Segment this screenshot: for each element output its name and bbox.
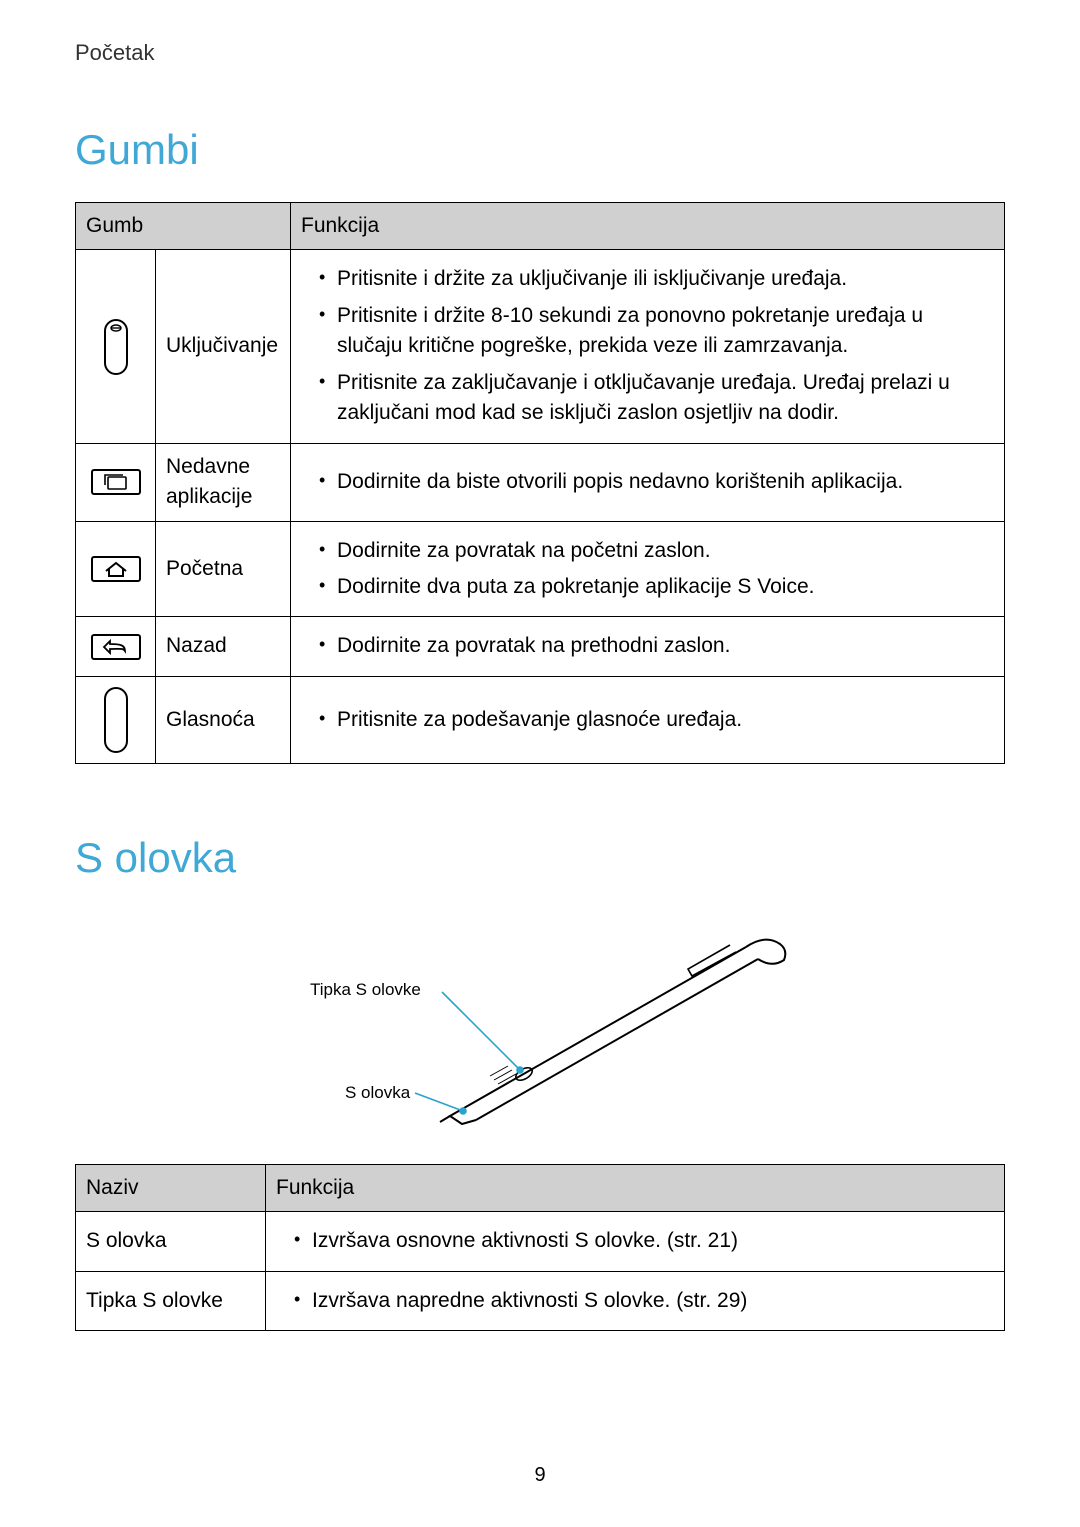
list-item: Pritisnite za zaključavanje i otključava… (319, 368, 994, 429)
row-label: Nazad (156, 617, 291, 676)
page-number: 9 (0, 1464, 1080, 1487)
row-label: Početna (156, 521, 291, 617)
row-label: Uključivanje (156, 250, 291, 443)
th-gumb: Gumb (76, 203, 291, 250)
list-item: Izvršava napredne aktivnosti S olovke. (… (294, 1286, 994, 1316)
list-item: Pritisnite i držite 8-10 sekundi za pono… (319, 301, 994, 362)
heading-gumbi: Gumbi (75, 126, 1005, 174)
table-row: Tipka S olovke Izvršava napredne aktivno… (76, 1271, 1005, 1330)
table-row: S olovka Izvršava osnovne aktivnosti S o… (76, 1212, 1005, 1271)
s-pen-diagram: Tipka S olovke S olovka (190, 910, 890, 1140)
list-item: Dodirnite za povratak na početni zaslon. (319, 536, 994, 566)
icon-cell (76, 250, 156, 443)
row-name: S olovka (76, 1212, 266, 1271)
list-item: Pritisnite za podešavanje glasnoće uređa… (319, 705, 994, 735)
table-solovka: Naziv Funkcija S olovka Izvršava osnovne… (75, 1164, 1005, 1331)
table-row: Nedavne aplikacije Dodirnite da biste ot… (76, 443, 1005, 521)
list-item: Pritisnite i držite za uključivanje ili … (319, 264, 994, 294)
power-button-icon (102, 317, 130, 377)
row-func: Dodirnite da biste otvorili popis nedavn… (291, 443, 1005, 521)
row-func: Dodirnite za povratak na prethodni zaslo… (291, 617, 1005, 676)
row-func: Izvršava osnovne aktivnosti S olovke. (s… (266, 1212, 1005, 1271)
row-name: Tipka S olovke (76, 1271, 266, 1330)
th-naziv: Naziv (76, 1164, 266, 1211)
row-label: Glasnoća (156, 676, 291, 763)
row-func: Pritisnite i držite za uključivanje ili … (291, 250, 1005, 443)
icon-cell (76, 676, 156, 763)
table-row: Uključivanje Pritisnite i držite za uklj… (76, 250, 1005, 443)
th-funkcija: Funkcija (291, 203, 1005, 250)
volume-button-icon (102, 685, 130, 755)
home-icon (90, 555, 142, 583)
icon-cell (76, 617, 156, 676)
table-row: Početna Dodirnite za povratak na početni… (76, 521, 1005, 617)
list-item: Dodirnite dva puta za pokretanje aplikac… (319, 572, 994, 602)
icon-cell (76, 521, 156, 617)
row-label: Nedavne aplikacije (156, 443, 291, 521)
icon-cell (76, 443, 156, 521)
back-icon (90, 633, 142, 661)
recent-apps-icon (90, 468, 142, 496)
row-func: Pritisnite za podešavanje glasnoće uređa… (291, 676, 1005, 763)
row-func: Dodirnite za povratak na početni zaslon.… (291, 521, 1005, 617)
heading-solovka: S olovka (75, 834, 1005, 882)
diagram-label-button: Tipka S olovke (310, 980, 421, 1000)
s-pen-svg (190, 910, 890, 1140)
list-item: Dodirnite da biste otvorili popis nedavn… (319, 467, 994, 497)
row-func: Izvršava napredne aktivnosti S olovke. (… (266, 1271, 1005, 1330)
table-gumbi: Gumb Funkcija Uključivanje Pritisnite i … (75, 202, 1005, 764)
table-row: Glasnoća Pritisnite za podešavanje glasn… (76, 676, 1005, 763)
table-row: Nazad Dodirnite za povratak na prethodni… (76, 617, 1005, 676)
th-funkcija2: Funkcija (266, 1164, 1005, 1211)
diagram-label-pen: S olovka (345, 1083, 410, 1103)
list-item: Dodirnite za povratak na prethodni zaslo… (319, 631, 994, 661)
section-header: Početak (75, 40, 1005, 66)
list-item: Izvršava osnovne aktivnosti S olovke. (s… (294, 1226, 994, 1256)
